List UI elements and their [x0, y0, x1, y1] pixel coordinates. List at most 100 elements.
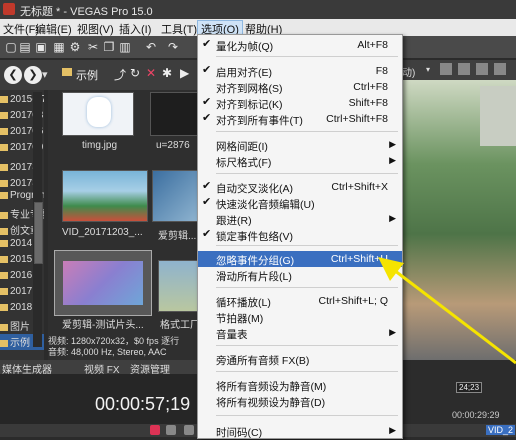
dropdown-icon[interactable]: ▾	[42, 68, 48, 81]
copy-icon[interactable]: ❐	[102, 40, 116, 54]
refresh-icon[interactable]: ↻	[130, 66, 140, 80]
forward-icon[interactable]: ❯	[24, 66, 42, 84]
trim-icon[interactable]: ✂	[86, 40, 100, 54]
file-thumbnail[interactable]	[150, 92, 200, 136]
submenu-arrow-icon: ▶	[389, 155, 396, 165]
save-icon[interactable]: ▣	[34, 40, 48, 54]
media-info: 视频: 1280x720x32，$0 fps 逐行 音频: 48,000 Hz,…	[48, 336, 203, 362]
overlay-icon[interactable]	[476, 63, 488, 75]
menu-item-label: 锁定事件包络(V)	[216, 231, 293, 243]
preview-settings-icon[interactable]	[440, 63, 452, 75]
annotation-arrow	[378, 257, 516, 365]
menu-item-label: 旁通所有音频 FX(B)	[216, 355, 310, 367]
menu-item[interactable]: ✔ 对齐到所有事件(T) Ctrl+Shift+F8	[198, 111, 402, 128]
menu-insert[interactable]: 插入(I)	[116, 21, 154, 37]
menu-item[interactable]: ✔ 量化为帧(Q) Alt+F8	[198, 37, 402, 54]
audio-info: 音频: 48,000 Hz, Stereo, AAC	[48, 347, 167, 357]
cat-image	[87, 97, 111, 127]
timeline-time: 00:00:29:29	[452, 410, 500, 420]
menu-item-label: 循环播放(L)	[216, 297, 271, 309]
menu-item-label: 启用对齐(E)	[216, 67, 272, 79]
menu-view[interactable]: 视图(V)	[74, 21, 117, 37]
menu-item[interactable]: 跟进(R) ▶	[198, 211, 402, 227]
preview-mode-label[interactable]: 动)	[402, 64, 415, 79]
menu-tools[interactable]: 工具(T)	[158, 21, 200, 37]
file-name: timg.jpg	[82, 140, 118, 151]
delete-icon[interactable]: ✕	[146, 66, 156, 80]
options-menu: ✔ 量化为帧(Q) Alt+F8 ✔ 启用对齐(E) F8 对齐到网格(S) Ctrl+F8 ✔…	[197, 34, 403, 439]
gear-icon[interactable]: ⚙	[68, 40, 82, 54]
tree-scrollbar[interactable]	[33, 92, 43, 347]
file-thumbnail[interactable]	[62, 92, 134, 136]
play-icon[interactable]: ▶	[180, 66, 189, 80]
file-name: 爱剪辑...	[158, 231, 197, 242]
menu-item[interactable]: 网格间距(I) ▶	[198, 137, 402, 153]
menu-item[interactable]: ✔ 对齐到标记(K) Shift+F8	[198, 95, 402, 112]
timeline-marker[interactable]: 24;23	[456, 382, 483, 393]
open-icon[interactable]: ▤	[18, 40, 32, 54]
menu-item[interactable]: 对齐到网格(S) Ctrl+F8	[198, 79, 402, 95]
menu-item[interactable]: 将所有视频设为静音(D)	[198, 393, 402, 409]
menu-separator	[216, 173, 398, 174]
folder-icon	[0, 143, 8, 151]
folder-icon	[0, 239, 8, 247]
title-bar: 无标题 * - VEGAS Pro 15.0	[0, 0, 516, 19]
folder-icon	[0, 255, 8, 263]
folder-icon	[0, 95, 8, 103]
file-thumbnail-selected[interactable]	[54, 250, 152, 316]
menu-edit[interactable]: 编辑(E)	[32, 21, 75, 37]
folder-icon	[0, 339, 8, 347]
favorite-icon[interactable]: ✱	[162, 66, 172, 80]
explorer-path[interactable]: 示例	[76, 67, 98, 83]
render-icon[interactable]: ▦	[52, 40, 66, 54]
split-screen-icon[interactable]	[458, 63, 470, 75]
annotation-arrow-shaft	[389, 265, 516, 365]
redo-icon[interactable]: ↷	[166, 40, 180, 54]
window-tabs: 媒体生成器 视频 FX 资源管理	[0, 360, 200, 376]
menu-item[interactable]: ✔ 锁定事件包络(V)	[198, 227, 402, 244]
menu-separator	[216, 131, 398, 132]
folder-icon	[0, 271, 8, 279]
scrollbar-thumb[interactable]	[34, 202, 43, 264]
media-thumbnails: timg.jpg u=2876 VID_20171203_... 爱剪辑... …	[48, 90, 200, 360]
paste-icon[interactable]: ▥	[118, 40, 132, 54]
menu-item-shortcut: Ctrl+F8	[353, 81, 388, 93]
menu-separator	[216, 371, 398, 372]
checkmark-icon: ✔	[202, 38, 212, 50]
menu-item[interactable]: ✔ 自动交叉淡化(A) Ctrl+Shift+X	[198, 179, 402, 196]
annotation-arrow-head	[378, 257, 404, 281]
snapshot-icon[interactable]	[494, 63, 506, 75]
menu-item-label: 快速淡化音频编辑(U)	[216, 199, 315, 211]
menu-item[interactable]: 将所有音频设为静音(M)	[198, 377, 402, 393]
menu-item[interactable]: 标尺格式(F) ▶	[198, 153, 402, 169]
video-preview	[63, 261, 143, 305]
file-thumbnail[interactable]	[62, 170, 148, 222]
menu-separator	[216, 245, 398, 246]
record-icon[interactable]	[150, 425, 160, 435]
menu-item-label: 节拍器(M)	[216, 313, 264, 325]
dropdown-icon[interactable]: ▾	[426, 65, 430, 74]
back-icon[interactable]: ❮	[4, 66, 22, 84]
file-thumbnail[interactable]	[158, 260, 200, 312]
menu-item-label: 自动交叉淡化(A)	[216, 183, 293, 195]
menu-item[interactable]: ✔ 快速淡化音频编辑(U)	[198, 195, 402, 212]
folder-icon	[0, 287, 8, 295]
tree-item-label: 2016	[10, 270, 33, 281]
new-icon[interactable]: ▢	[4, 40, 18, 54]
submenu-arrow-icon: ▶	[389, 139, 396, 149]
menu-item-label: 将所有视频设为静音(D)	[216, 397, 326, 409]
arm-icon[interactable]	[166, 425, 176, 435]
timecode-display: 00:00:57;19	[95, 394, 191, 414]
file-thumbnail[interactable]	[152, 170, 200, 222]
folder-icon	[0, 111, 8, 119]
menu-item-label: 滑动所有片段(L)	[216, 271, 292, 283]
up-folder-icon[interactable]: ⤴	[114, 66, 126, 83]
solo-icon[interactable]	[184, 425, 194, 435]
folder-icon	[0, 191, 8, 199]
undo-icon[interactable]: ↶	[144, 40, 158, 54]
tree-item-label: 2015	[10, 254, 33, 265]
menu-item[interactable]: ✔ 启用对齐(E) F8	[198, 63, 402, 80]
file-name: 格式工厂	[160, 320, 200, 331]
menu-item-label: 跟进(R)	[216, 215, 252, 227]
folder-icon	[0, 323, 8, 331]
